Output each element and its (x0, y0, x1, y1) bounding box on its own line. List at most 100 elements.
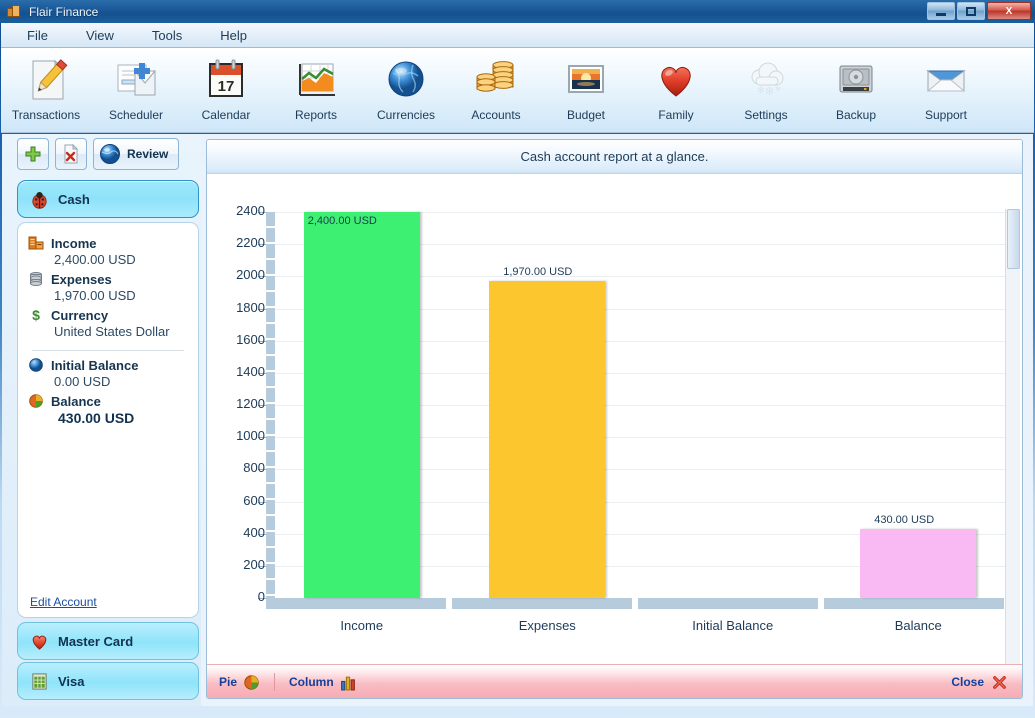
x-axis-category-label: Income (340, 618, 384, 633)
menu-item-view[interactable]: View (82, 26, 118, 45)
main-toolbar: Transactions Scheduler 17 Calendar Repor… (1, 48, 1034, 133)
toolbar-label: Support (924, 108, 968, 122)
toolbar-button-family[interactable]: Family (631, 54, 721, 122)
toolbar-button-calendar[interactable]: 17 Calendar (181, 54, 271, 122)
menu-item-help[interactable]: Help (216, 26, 251, 45)
detail-initial-balance-value: 0.00 USD (54, 374, 111, 389)
pencil-document-icon (23, 54, 69, 106)
review-button-label: Review (127, 147, 169, 161)
app-window: Flair Finance X File View Tools Help Tra… (0, 0, 1035, 718)
globe-icon (383, 54, 429, 106)
detail-income-label-row: Income (28, 235, 188, 251)
toolbar-label: Scheduler (108, 108, 164, 122)
envelope-icon (923, 54, 969, 106)
y-axis-label: 1000 (236, 428, 265, 444)
coins-stack-icon (473, 54, 519, 106)
heart-icon (653, 54, 699, 106)
toolbar-button-reports[interactable]: Reports (271, 54, 361, 122)
svg-text:17: 17 (218, 78, 235, 95)
chart-footer-toolbar: Pie Column Close (207, 664, 1022, 698)
svg-text:✻: ✻ (775, 85, 781, 93)
sidebar-item-label: Visa (58, 673, 85, 689)
delete-document-icon (64, 144, 79, 164)
document-clock-icon (113, 54, 159, 106)
blue-globe-icon (100, 144, 120, 164)
chart-bar[interactable] (303, 212, 420, 598)
close-button[interactable]: X (987, 2, 1031, 20)
sidebar-item-label: Cash (58, 191, 90, 207)
column-chart-button[interactable]: Column (289, 674, 357, 691)
title-bar: Flair Finance X (0, 0, 1035, 23)
pie-chart-icon (29, 394, 43, 408)
menu-bar: File View Tools Help (1, 23, 1034, 48)
sidebar-item-master-card[interactable]: Master Card (17, 622, 199, 660)
x-axis-category-label: Expenses (518, 618, 576, 633)
toolbar-button-backup[interactable]: Backup (811, 54, 901, 122)
detail-currency-value: United States Dollar (54, 324, 170, 339)
edit-account-link[interactable]: Edit Account (30, 595, 97, 609)
sidebar-item-cash[interactable]: Cash (17, 180, 199, 218)
hard-drive-icon (833, 54, 879, 106)
toolbar-button-transactions[interactable]: Transactions (1, 54, 91, 122)
toolbar-label: Settings (744, 108, 788, 122)
toolbar-label: Transactions (11, 108, 81, 122)
detail-initial-balance-label-row: Initial Balance (28, 357, 188, 373)
detail-balance-value: 430.00 USD (58, 410, 135, 426)
toolbar-button-accounts[interactable]: Accounts (451, 54, 541, 122)
scrollbar-thumb[interactable] (1007, 209, 1020, 269)
close-report-button[interactable]: Close (951, 674, 1008, 691)
calendar-17-icon: 17 (203, 54, 249, 106)
application-icon (7, 4, 22, 19)
chart-bar[interactable] (860, 528, 977, 598)
detail-label: Income (51, 235, 97, 251)
sunset-picture-icon (563, 54, 609, 106)
menu-item-file[interactable]: File (23, 26, 52, 45)
toolbar-button-currencies[interactable]: Currencies (361, 54, 451, 122)
detail-expenses-value: 1,970.00 USD (54, 288, 136, 303)
toolbar-label: Budget (566, 108, 606, 122)
x-axis-category-label: Balance (894, 618, 942, 633)
detail-currency-label-row: $ Currency (28, 307, 188, 323)
red-x-icon (993, 675, 1006, 689)
pie-chart-button[interactable]: Pie (219, 674, 260, 691)
chart-data-label: 2,400.00 USD (307, 215, 377, 227)
toolbar-label: Backup (835, 108, 877, 122)
sidebar-item-visa[interactable]: Visa (17, 662, 199, 700)
bar-chart-icon (293, 54, 339, 106)
review-button[interactable]: Review (93, 138, 180, 170)
detail-label: Initial Balance (51, 357, 139, 373)
detail-expenses-label-row: Expenses (28, 271, 188, 287)
add-account-button[interactable] (17, 138, 49, 170)
maximize-button[interactable] (957, 2, 985, 20)
toolbar-button-budget[interactable]: Budget (541, 54, 631, 122)
y-axis-label: 2400 (236, 203, 265, 218)
income-icon (28, 236, 44, 250)
toolbar-button-scheduler[interactable]: Scheduler (91, 54, 181, 122)
detail-balance-label-row: Balance (28, 393, 188, 409)
account-details-card: Income 2,400.00 USD Expenses 1,970.00 US… (17, 222, 199, 618)
toolbar-button-support[interactable]: Support (901, 54, 991, 122)
chart-bar[interactable] (489, 281, 606, 598)
y-axis-label: 600 (243, 492, 265, 508)
close-button-label: Close (951, 675, 984, 689)
chart-plot: 0 200 400 600 800 1000 1200 1400 1600 1800 2000 220… (236, 203, 1012, 633)
y-axis-label: 1400 (236, 363, 265, 379)
menu-item-tools[interactable]: Tools (148, 26, 186, 45)
chart-canvas: 0 200 400 600 800 1000 1200 1400 1600 1800 2000 220… (207, 174, 1022, 664)
detail-label: Balance (51, 393, 101, 409)
y-axis-label: 1800 (236, 299, 265, 315)
heart-icon (32, 635, 47, 650)
blue-sphere-icon (29, 358, 43, 372)
chart-vertical-scrollbar[interactable] (1005, 209, 1020, 664)
toolbar-label: Reports (294, 108, 338, 122)
chart-data-label: 1,970.00 USD (503, 266, 573, 279)
toolbar-button-settings[interactable]: ✻ ✻ ✻ Settings (721, 54, 811, 122)
pie-button-label: Pie (219, 675, 238, 689)
minimize-button[interactable] (927, 2, 955, 20)
cloud-snow-icon: ✻ ✻ ✻ (743, 54, 789, 106)
database-icon (30, 272, 42, 286)
y-axis-label: 1200 (236, 396, 265, 411)
delete-account-button[interactable] (55, 138, 87, 170)
y-axis-label: 2000 (236, 267, 265, 283)
panel-title: Cash account report at a glance. (207, 140, 1022, 174)
